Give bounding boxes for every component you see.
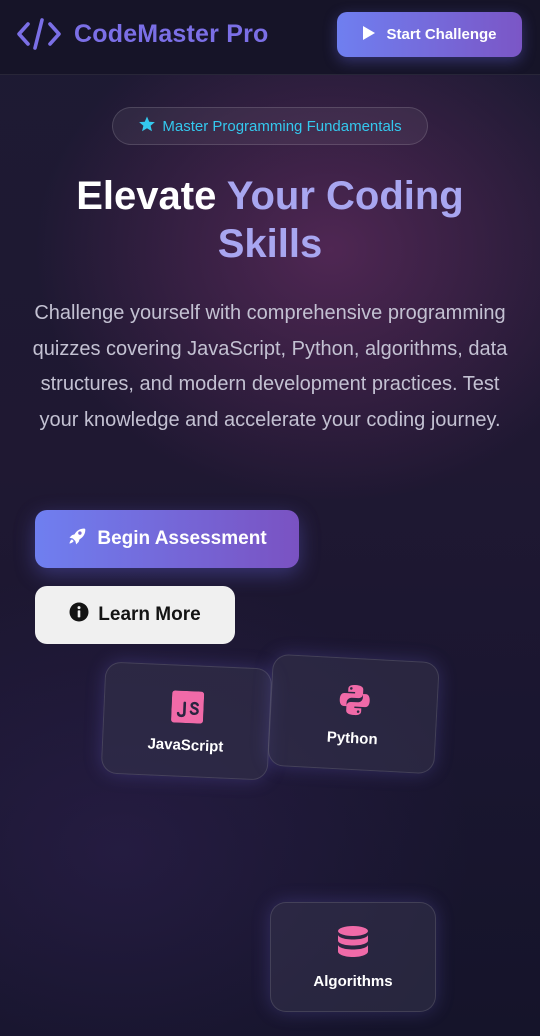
page-title: Elevate Your Coding Skills [20, 172, 520, 268]
rocket-icon [67, 526, 87, 552]
topic-card-javascript[interactable]: JavaScript [100, 661, 273, 781]
hero-description: Challenge yourself with comprehensive pr… [32, 302, 508, 431]
topic-label: JavaScript [147, 734, 224, 756]
javascript-icon [170, 688, 204, 725]
title-part-1: Elevate [76, 174, 217, 218]
topic-card-algorithms[interactable]: Algorithms [270, 902, 436, 1012]
learn-more-label: Learn More [98, 604, 201, 625]
topic-card-python[interactable]: Python [267, 653, 440, 775]
top-nav: CodeMaster Pro Start Challenge [0, 0, 540, 75]
info-icon [69, 602, 89, 628]
brand-logo[interactable]: CodeMaster Pro [16, 16, 269, 52]
topic-label: Python [326, 728, 379, 748]
topic-label: Algorithms [313, 972, 393, 990]
learn-more-button[interactable]: Learn More [35, 586, 235, 644]
begin-assessment-label: Begin Assessment [97, 528, 267, 549]
database-icon [337, 925, 369, 961]
play-icon [362, 25, 376, 45]
start-challenge-button[interactable]: Start Challenge [337, 12, 522, 57]
badge-text: Master Programming Fundamentals [162, 117, 402, 135]
code-icon [16, 16, 62, 52]
brand-name: CodeMaster Pro [74, 19, 269, 48]
star-icon [138, 115, 156, 137]
start-challenge-label: Start Challenge [386, 26, 497, 43]
python-icon [336, 681, 372, 719]
begin-assessment-button[interactable]: Begin Assessment [35, 510, 299, 568]
hero-badge: Master Programming Fundamentals [112, 107, 428, 145]
title-part-2: Your Coding Skills [217, 174, 464, 266]
